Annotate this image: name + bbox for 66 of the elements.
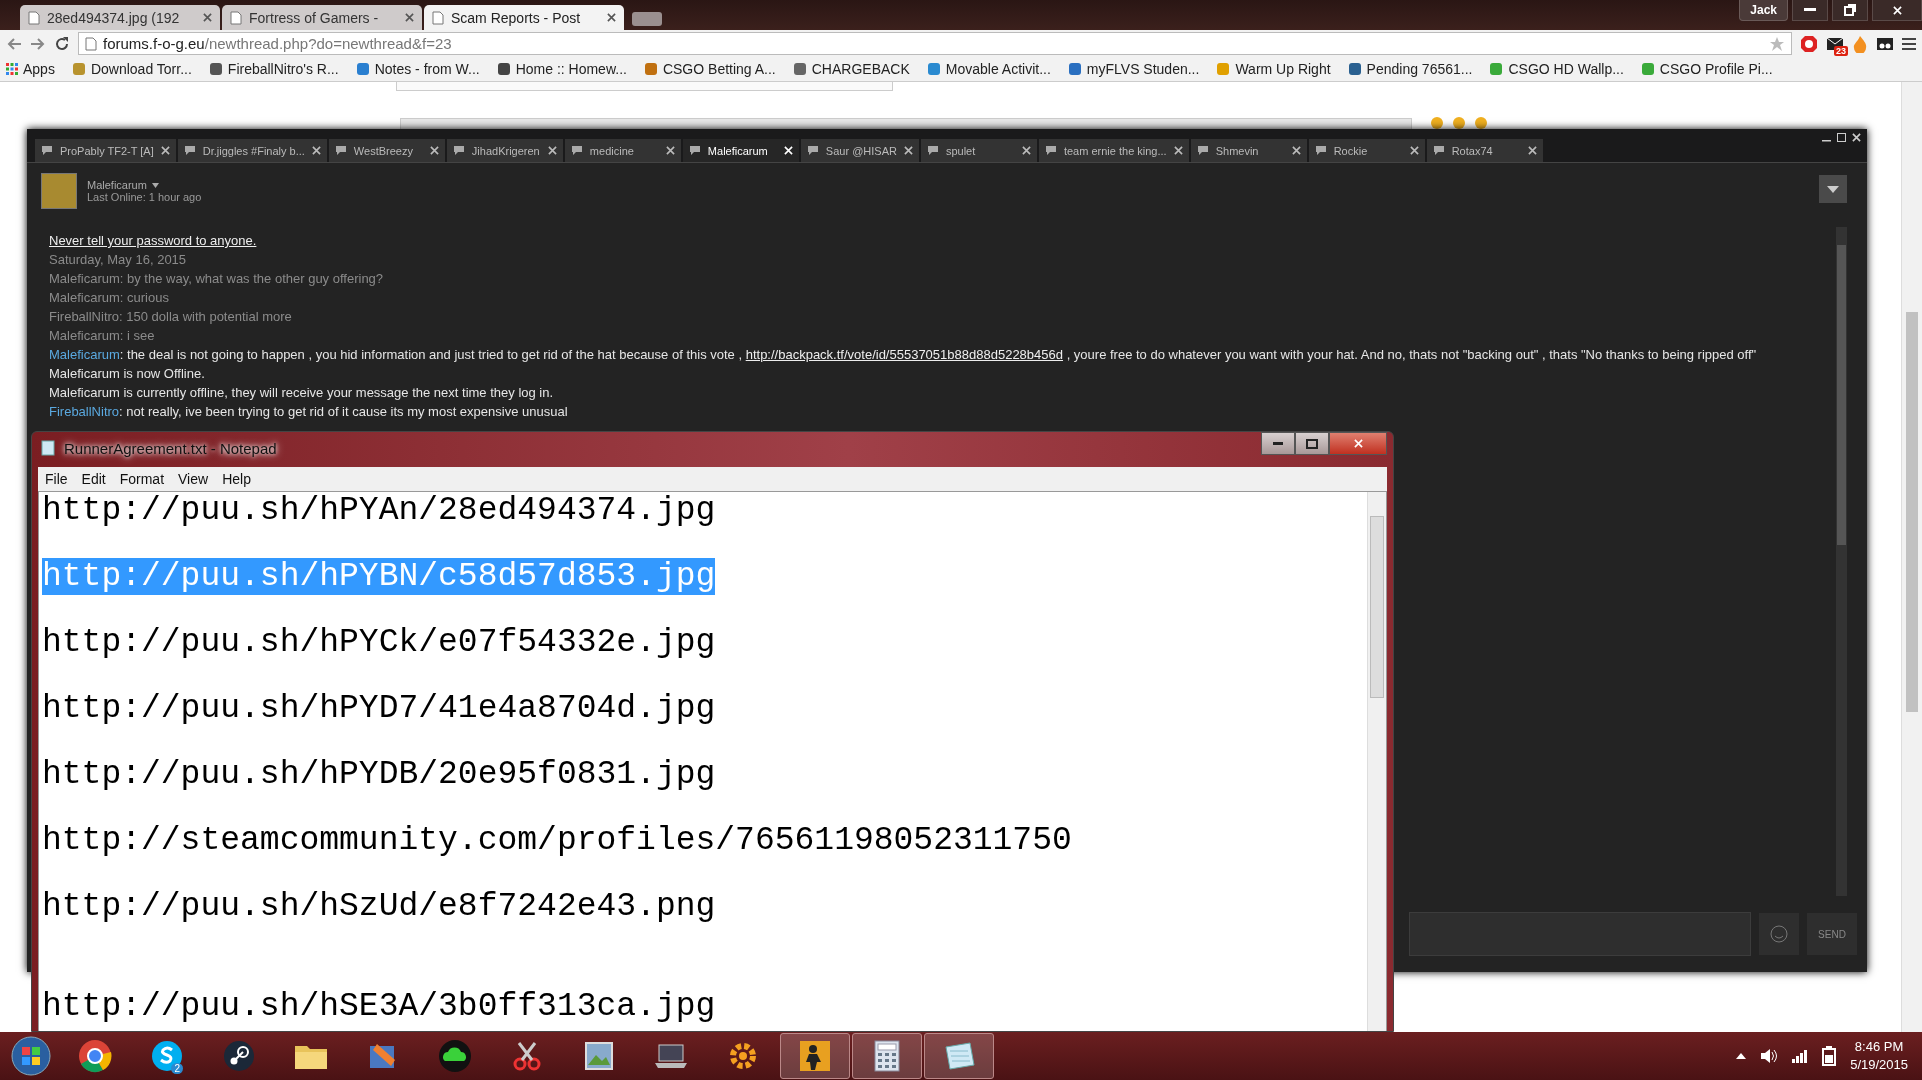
clock[interactable]: 8:46 PM 5/19/2015 <box>1850 1038 1908 1074</box>
chat-message: Maleficarum: by the way, what was the other guy offering? <box>49 270 385 288</box>
bookmark[interactable]: Warm Up Right <box>1216 61 1331 77</box>
count-badge: 2 <box>171 1063 183 1074</box>
bookmark[interactable]: Download Torr... <box>71 61 192 77</box>
chat-message: Maleficarum: the deal is not going to happen , you hid information and just tried to get rid of the hat because of this vote , http://backpack.tf/vote/id/55537051b88d88d5228b456d , youre free to do whatever you want with your hat. And no, thats not "backing out" , thats "No thanks to being ripped off" <box>49 346 1758 364</box>
profile-button[interactable]: Jack <box>1739 0 1788 21</box>
bookmark[interactable]: Notes - from W... <box>355 61 480 77</box>
bookmark[interactable]: Apps <box>6 61 55 77</box>
date: 5/19/2015 <box>1850 1056 1908 1074</box>
text-line: http://puu.sh/hPYD7/41e4a8704d.jpg <box>42 690 716 727</box>
chat-tab[interactable]: Shmevin <box>1190 139 1307 162</box>
menu-item[interactable]: File <box>38 471 75 487</box>
chat-link[interactable]: http://backpack.tf/vote/id/55537051b88d88d5228b456d <box>745 347 1063 362</box>
chat-message: FireballNitro: not really, ive been trying to get rid of it cause its my most expensive unusual <box>49 403 569 421</box>
menu-item[interactable]: Help <box>215 471 258 487</box>
text-line: http://puu.sh/hPYCk/e07f54332e.jpg <box>42 624 716 661</box>
chat-tab[interactable]: WestBreezy <box>328 139 445 162</box>
date-divider: Saturday, May 16, 2015 <box>49 251 188 269</box>
status-message: Maleficarum is currently offline, they will receive your message the next time they log in. <box>49 384 555 402</box>
chat-tab[interactable]: medicine <box>564 139 681 162</box>
taskbar-button[interactable]: 2 <box>132 1033 202 1079</box>
bookmark-label: Download Torr... <box>90 61 192 77</box>
text-line: http://puu.sh/hSE3A/3b0ff313ca.jpg <box>42 988 716 1025</box>
chat-tab[interactable]: ProPably TF2-T [A] <box>35 139 176 162</box>
chat-tab[interactable]: team ernie the king... <box>1038 139 1189 162</box>
text-line: http://puu.sh/hSzUd/e8f7242e43.png <box>42 888 716 925</box>
chat-tab[interactable]: Maleficarum <box>682 139 799 162</box>
chat-tab[interactable]: Saur @HISAR <box>800 139 919 162</box>
send-button[interactable]: SEND <box>1807 913 1857 955</box>
menu-item[interactable]: Edit <box>74 471 113 487</box>
chat-message: Maleficarum: curious <box>49 289 170 307</box>
friend-name: Maleficarum <box>87 179 147 191</box>
bookmark[interactable]: Pending 76561... <box>1347 61 1473 77</box>
chat-message: FireballNitro: 150 dolla with potential more <box>49 308 293 326</box>
notification-badge: 23 <box>1834 45 1848 56</box>
chat-tab[interactable]: Rockie <box>1308 139 1425 162</box>
browser-tab[interactable]: 28ed494374.jpg (192 <box>20 5 220 30</box>
bookmark[interactable]: CHARGEBACK <box>792 61 910 77</box>
browser-tab[interactable]: Fortress of Gamers - <box>222 5 422 30</box>
text-line: http://puu.sh/hPYAn/28ed494374.jpg <box>42 492 716 529</box>
bookmark[interactable]: Movable Activit... <box>926 61 1051 77</box>
text-line: http://steamcommunity.com/profiles/76561198052311750 <box>42 822 1072 859</box>
menu-item[interactable]: View <box>171 471 216 487</box>
status-message: Maleficarum is now Offline. <box>49 365 206 383</box>
browser-tab[interactable]: Scam Reports - Post <box>424 5 624 30</box>
bookmark-label: Pending 76561... <box>1366 61 1473 77</box>
bookmark-label: Notes - from W... <box>374 61 480 77</box>
address-bar[interactable]: forums.f-o-g.eu/newthread.php?do=newthread&f=23 <box>78 32 1792 55</box>
chat-message: Maleficarum: i see <box>49 327 156 345</box>
chat-tab[interactable]: Rotax74 <box>1426 139 1543 162</box>
time: 8:46 PM <box>1854 1038 1904 1056</box>
bookmark-label: CHARGEBACK <box>811 61 910 77</box>
chat-tab[interactable]: spulet <box>920 139 1037 162</box>
bookmark-label: Warm Up Right <box>1235 61 1331 77</box>
warning-notice: Never tell your password to anyone. <box>49 232 258 250</box>
url-path: /newthread.php?do=newthread&f=23 <box>204 35 452 52</box>
menu-item[interactable]: Format <box>112 471 172 487</box>
text-line: http://puu.sh/hPYDB/20e95f0831.jpg <box>42 756 716 793</box>
bookmark-label: Apps <box>23 61 55 77</box>
chat-tab[interactable]: JihadKrigeren <box>446 139 563 162</box>
url-host: forums.f-o-g.eu <box>103 35 205 52</box>
window-title: RunnerAgreement.txt - Notepad <box>64 439 277 457</box>
chat-tab[interactable]: Dr.jiggles #Finaly b... <box>177 139 327 162</box>
friend-status: Last Online: 1 hour ago <box>87 191 202 203</box>
bookmark-label: Movable Activit... <box>945 61 1051 77</box>
